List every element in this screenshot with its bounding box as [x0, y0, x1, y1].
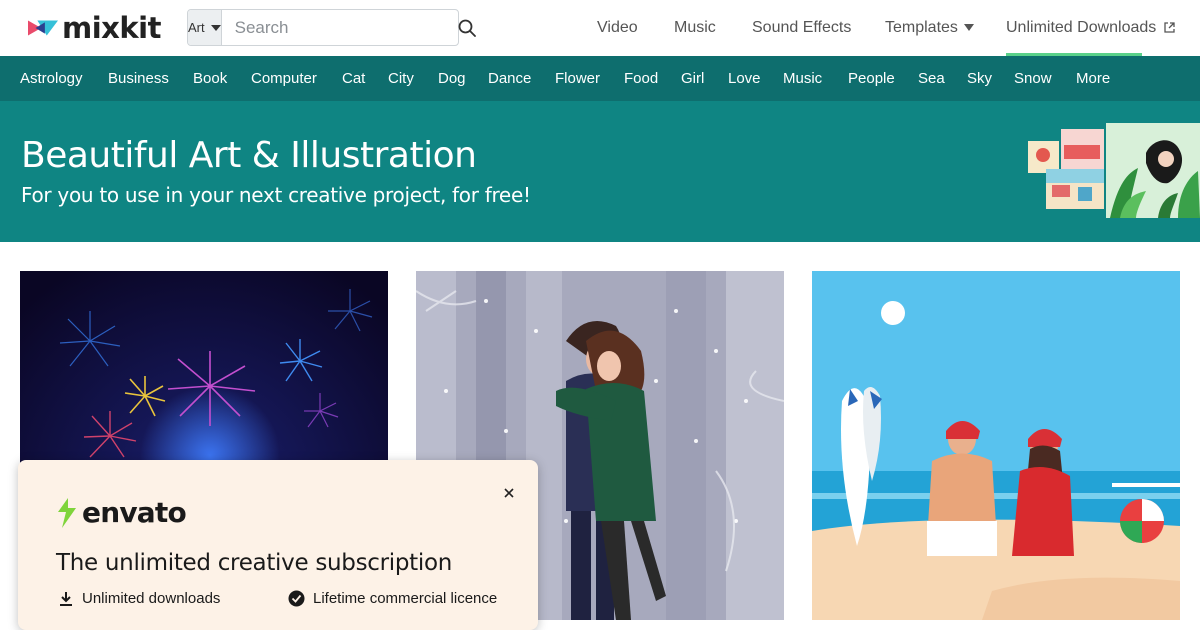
feature-label: Unlimited downloads — [82, 590, 221, 607]
envato-logo[interactable]: envato — [56, 496, 187, 529]
category-link[interactable]: Cat — [342, 56, 365, 101]
chevron-down-icon — [963, 24, 974, 31]
category-bar: Astrology Business Book Computer Cat Cit… — [0, 56, 1200, 101]
category-link[interactable]: Flower — [555, 56, 600, 101]
envato-logo-text: envato — [82, 496, 187, 529]
feature-label: Lifetime commercial licence — [313, 590, 498, 607]
popup-title: The unlimited creative subscription — [56, 550, 453, 576]
envato-leaf-icon — [58, 497, 76, 528]
badge-check-icon — [288, 590, 305, 607]
nav-sound-effects[interactable]: Sound Effects — [752, 0, 851, 55]
search-category-select[interactable]: Art — [188, 10, 222, 45]
hero-collage-image — [1028, 123, 1200, 218]
mixkit-logo-mark-icon — [28, 20, 58, 36]
category-link[interactable]: People — [848, 56, 895, 101]
search-bar: Art — [187, 9, 476, 46]
category-link[interactable]: Computer — [251, 56, 317, 101]
category-link[interactable]: City — [388, 56, 414, 101]
category-link[interactable]: Book — [193, 56, 227, 101]
illustration-card-beach[interactable] — [812, 271, 1180, 620]
feature-commercial-licence: Lifetime commercial licence — [288, 590, 497, 607]
category-link[interactable]: Girl — [681, 56, 704, 101]
mixkit-logo[interactable]: mixkit — [28, 12, 161, 44]
nav-video[interactable]: Video — [597, 0, 638, 55]
category-link[interactable]: Sea — [918, 56, 945, 101]
search-icon — [458, 19, 476, 37]
category-link[interactable]: Dog — [438, 56, 466, 101]
category-link[interactable]: Food — [624, 56, 658, 101]
search-input[interactable] — [221, 10, 458, 45]
category-link[interactable]: Love — [728, 56, 761, 101]
feature-unlimited-downloads: Unlimited downloads — [58, 590, 220, 607]
download-icon — [60, 591, 72, 606]
external-link-icon — [1164, 22, 1175, 33]
category-link[interactable]: Music — [783, 56, 822, 101]
search-button[interactable] — [458, 10, 476, 45]
nav-unlimited-label: Unlimited Downloads — [1006, 18, 1157, 36]
envato-subscription-popup: envato The unlimited creative subscripti… — [18, 460, 538, 630]
category-link[interactable]: Astrology — [20, 56, 83, 101]
beach-illustration — [812, 271, 1180, 620]
category-link[interactable]: Sky — [967, 56, 992, 101]
nav-templates[interactable]: Templates — [885, 0, 974, 55]
mixkit-logo-text: mixkit — [62, 11, 161, 45]
site-header: mixkit Art Video Music Sound Effects Tem… — [0, 0, 1200, 57]
category-link[interactable]: Snow — [1014, 56, 1052, 101]
nav-unlimited-downloads[interactable]: Unlimited Downloads — [1006, 0, 1175, 55]
search-category-label: Art — [188, 20, 205, 35]
category-link[interactable]: Dance — [488, 56, 531, 101]
chevron-down-icon — [210, 24, 221, 31]
page-title: Beautiful Art & Illustration — [21, 135, 477, 176]
page-subtitle: For you to use in your next creative pro… — [21, 183, 531, 207]
nav-music[interactable]: Music — [674, 0, 716, 55]
hero-banner: Beautiful Art & Illustration For you to … — [0, 101, 1200, 242]
close-icon — [504, 488, 514, 498]
category-link[interactable]: Business — [108, 56, 169, 101]
close-button[interactable] — [500, 484, 518, 502]
nav-templates-label: Templates — [885, 18, 958, 36]
category-link-more[interactable]: More — [1076, 56, 1110, 101]
